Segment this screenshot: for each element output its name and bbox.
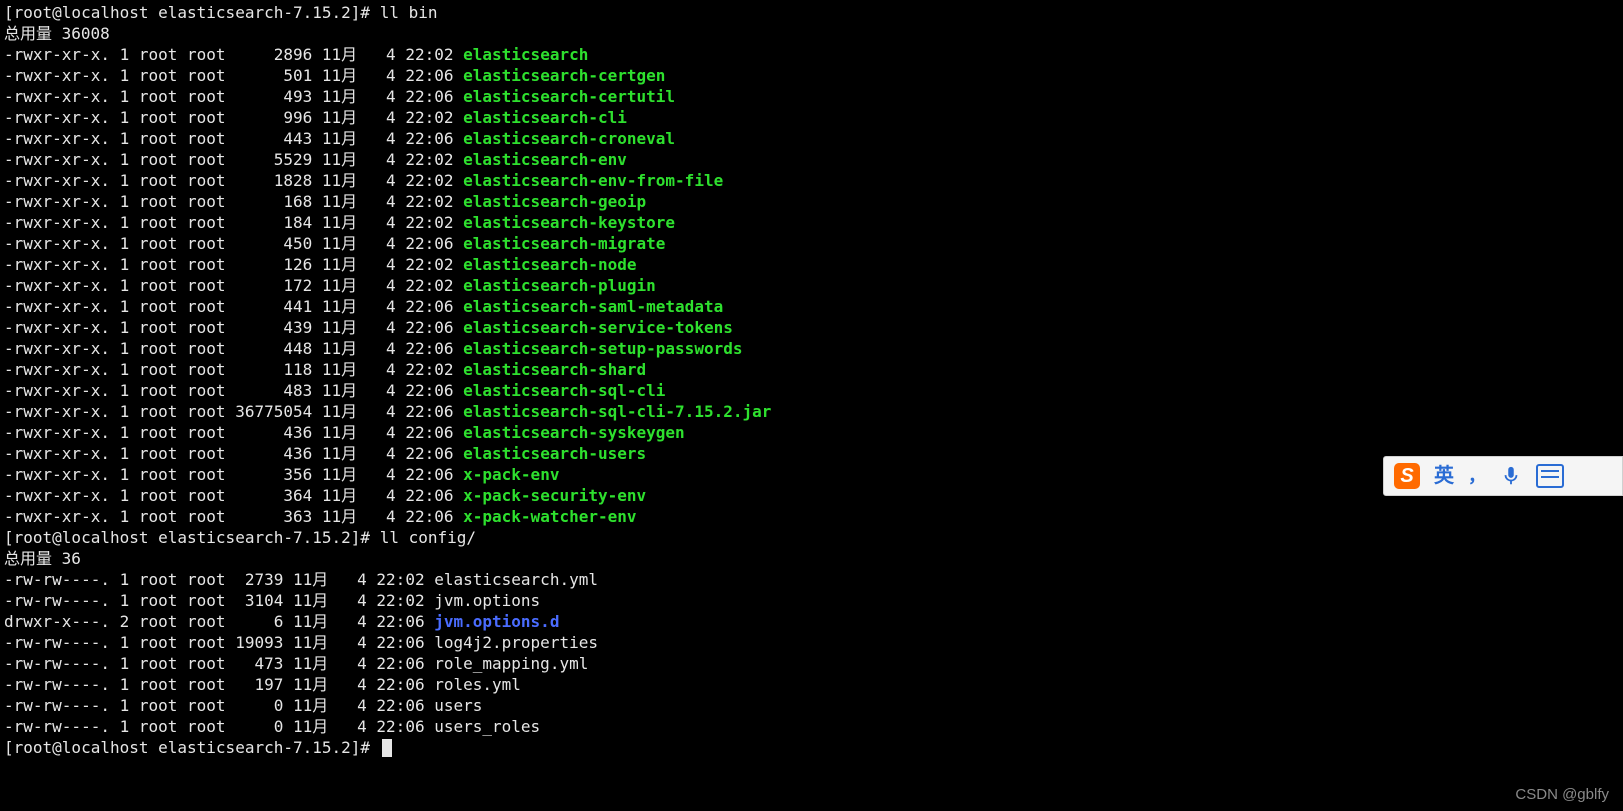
- listing-row: -rwxr-xr-x. 1 root root 450 11月 4 22:06 …: [4, 233, 1619, 254]
- listing-row: -rwxr-xr-x. 1 root root 436 11月 4 22:06 …: [4, 443, 1619, 464]
- listing-row: -rwxr-xr-x. 1 root root 493 11月 4 22:06 …: [4, 86, 1619, 107]
- listing-row: -rwxr-xr-x. 1 root root 1828 11月 4 22:02…: [4, 170, 1619, 191]
- prompt-line: [root@localhost elasticsearch-7.15.2]# l…: [4, 2, 1619, 23]
- watermark-text: CSDN @gblfy: [1515, 784, 1609, 805]
- soft-keyboard-icon[interactable]: [1536, 464, 1564, 488]
- listing-row: -rwxr-xr-x. 1 root root 168 11月 4 22:02 …: [4, 191, 1619, 212]
- listing-row: -rw-rw----. 1 root root 2739 11月 4 22:02…: [4, 569, 1619, 590]
- listing-row: -rw-rw----. 1 root root 19093 11月 4 22:0…: [4, 632, 1619, 653]
- listing-row: -rwxr-xr-x. 1 root root 184 11月 4 22:02 …: [4, 212, 1619, 233]
- prompt-line[interactable]: [root@localhost elasticsearch-7.15.2]#: [4, 737, 1619, 758]
- listing-row: -rwxr-xr-x. 1 root root 36775054 11月 4 2…: [4, 401, 1619, 422]
- listing-row: -rwxr-xr-x. 1 root root 2896 11月 4 22:02…: [4, 44, 1619, 65]
- listing-row: -rwxr-xr-x. 1 root root 356 11月 4 22:06 …: [4, 464, 1619, 485]
- sogou-logo-icon[interactable]: S: [1394, 463, 1420, 489]
- terminal-output[interactable]: [root@localhost elasticsearch-7.15.2]# l…: [0, 0, 1623, 760]
- listing-row: -rw-rw----. 1 root root 473 11月 4 22:06 …: [4, 653, 1619, 674]
- listing-row: -rwxr-xr-x. 1 root root 501 11月 4 22:06 …: [4, 65, 1619, 86]
- ime-language-indicator[interactable]: 英: [1434, 466, 1454, 487]
- listing-row: -rw-rw----. 1 root root 197 11月 4 22:06 …: [4, 674, 1619, 695]
- listing-row: -rwxr-xr-x. 1 root root 436 11月 4 22:06 …: [4, 422, 1619, 443]
- listing-row: -rwxr-xr-x. 1 root root 483 11月 4 22:06 …: [4, 380, 1619, 401]
- listing-row: -rwxr-xr-x. 1 root root 5529 11月 4 22:02…: [4, 149, 1619, 170]
- listing-row: -rwxr-xr-x. 1 root root 364 11月 4 22:06 …: [4, 485, 1619, 506]
- listing-row: -rwxr-xr-x. 1 root root 448 11月 4 22:06 …: [4, 338, 1619, 359]
- total-line: 总用量 36008: [4, 23, 1619, 44]
- listing-row: -rw-rw----. 1 root root 3104 11月 4 22:02…: [4, 590, 1619, 611]
- listing-row: -rwxr-xr-x. 1 root root 118 11月 4 22:02 …: [4, 359, 1619, 380]
- listing-row: -rwxr-xr-x. 1 root root 172 11月 4 22:02 …: [4, 275, 1619, 296]
- total-line: 总用量 36: [4, 548, 1619, 569]
- ime-toolbar[interactable]: S 英 ，: [1383, 456, 1623, 496]
- listing-row: -rw-rw----. 1 root root 0 11月 4 22:06 us…: [4, 716, 1619, 737]
- listing-row: -rwxr-xr-x. 1 root root 126 11月 4 22:02 …: [4, 254, 1619, 275]
- listing-row: drwxr-x---. 2 root root 6 11月 4 22:06 jv…: [4, 611, 1619, 632]
- prompt-line: [root@localhost elasticsearch-7.15.2]# l…: [4, 527, 1619, 548]
- listing-row: -rwxr-xr-x. 1 root root 996 11月 4 22:02 …: [4, 107, 1619, 128]
- listing-row: -rw-rw----. 1 root root 0 11月 4 22:06 us…: [4, 695, 1619, 716]
- listing-row: -rwxr-xr-x. 1 root root 363 11月 4 22:06 …: [4, 506, 1619, 527]
- ime-separator-icon: ，: [1468, 466, 1486, 487]
- cursor-icon: [382, 739, 392, 757]
- microphone-icon[interactable]: [1500, 465, 1522, 487]
- listing-row: -rwxr-xr-x. 1 root root 441 11月 4 22:06 …: [4, 296, 1619, 317]
- listing-row: -rwxr-xr-x. 1 root root 439 11月 4 22:06 …: [4, 317, 1619, 338]
- listing-row: -rwxr-xr-x. 1 root root 443 11月 4 22:06 …: [4, 128, 1619, 149]
